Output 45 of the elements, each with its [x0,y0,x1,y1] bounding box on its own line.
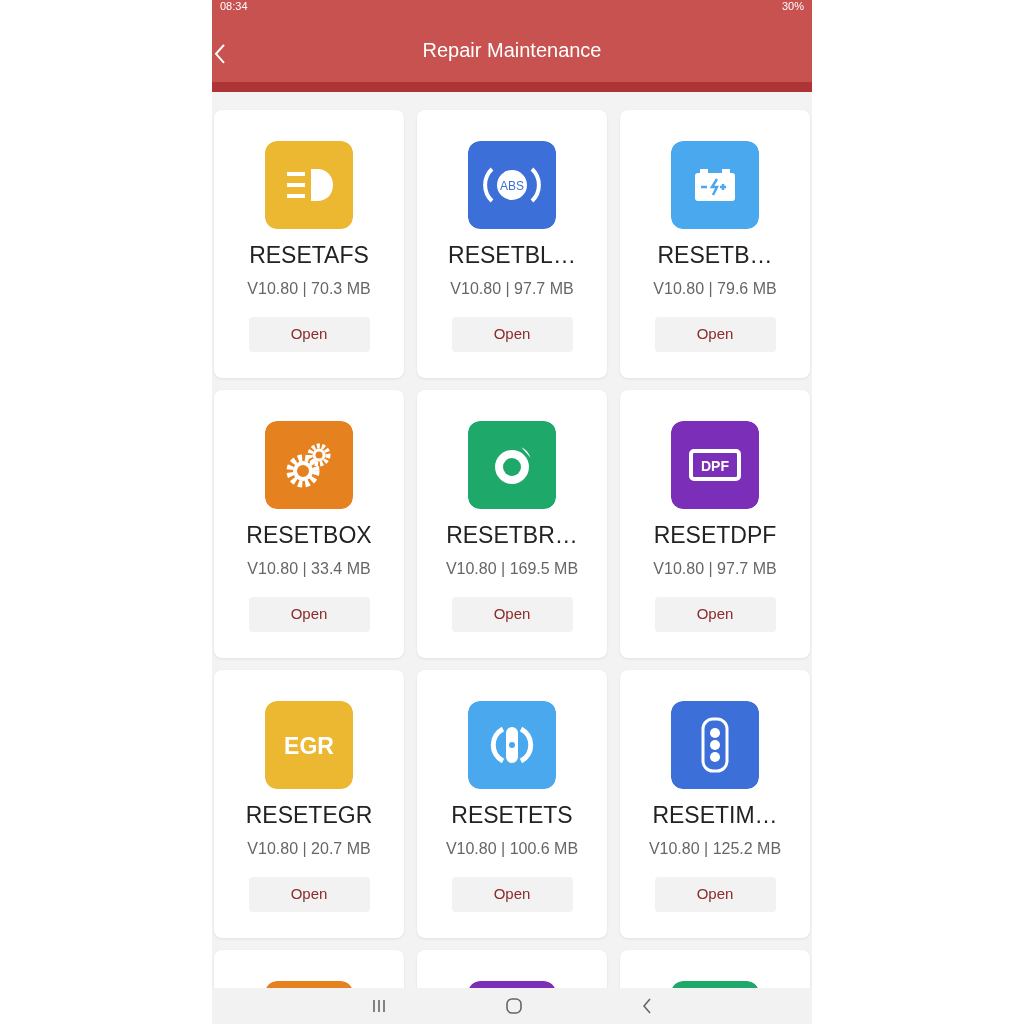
app-version-size: V10.80 | 100.6 MB [445,839,579,859]
app-card[interactable]: RESETBOX V10.80 | 33.4 MB Open [214,390,404,658]
app-name: RESETBR… [446,521,578,549]
app-version-size: V10.80 | 79.6 MB [653,279,777,299]
app-card[interactable]: RESETBR… V10.80 | 169.5 MB Open [417,390,607,658]
open-button[interactable]: Open [654,877,776,912]
app-version-size: V10.80 | 70.3 MB [247,279,371,299]
app-name: RESETBOX [246,521,372,549]
app-card[interactable]: DPF RESETDPF V10.80 | 97.7 MB Open [620,390,810,658]
open-button[interactable]: Open [654,317,776,352]
app-version-size: V10.80 | 97.7 MB [450,279,574,299]
app-name: RESETBL… [448,241,576,269]
dpf-icon: DPF [671,421,759,509]
open-button[interactable]: Open [451,317,573,352]
recent-apps-button[interactable] [371,998,387,1014]
app-name: RESETEGR [245,801,373,829]
page-title: Repair Maintenance [422,38,602,63]
app-name: RESETB… [657,241,773,269]
open-button[interactable]: Open [451,597,573,632]
app-version-size: V10.80 | 169.5 MB [445,559,579,579]
app-name: RESETDPF [653,521,777,549]
abs-icon: ABS [468,141,556,229]
open-button[interactable]: Open [451,877,573,912]
app-card[interactable]: EGR RESETEGR V10.80 | 20.7 MB Open [214,670,404,938]
back-button[interactable] [641,997,653,1015]
open-button[interactable]: Open [248,877,370,912]
app-name: RESETAFS [249,241,369,269]
app-version-size: V10.80 | 20.7 MB [247,839,371,859]
app-card[interactable]: RESETIM… V10.80 | 125.2 MB Open [620,670,810,938]
app-version-size: V10.80 | 33.4 MB [247,559,371,579]
app-version-size: V10.80 | 97.7 MB [653,559,777,579]
open-button[interactable]: Open [248,317,370,352]
status-time: 08:34 [220,0,248,14]
app-name: RESETIM… [652,801,778,829]
app-card[interactable]: RESETAFS V10.80 | 70.3 MB Open [214,110,404,378]
home-button[interactable] [505,997,523,1015]
egr-icon: EGR [265,701,353,789]
app-card[interactable]: ABS RESETBL… V10.80 | 97.7 MB Open [417,110,607,378]
battery-level: 30% [781,0,804,14]
open-button[interactable]: Open [654,597,776,632]
app-card[interactable]: RESETB… V10.80 | 79.6 MB Open [620,110,810,378]
app-version-size: V10.80 | 125.2 MB [648,839,782,859]
app-card[interactable]: RESETETS V10.80 | 100.6 MB Open [417,670,607,938]
open-button[interactable]: Open [248,597,370,632]
app-name: RESETETS [451,801,573,829]
